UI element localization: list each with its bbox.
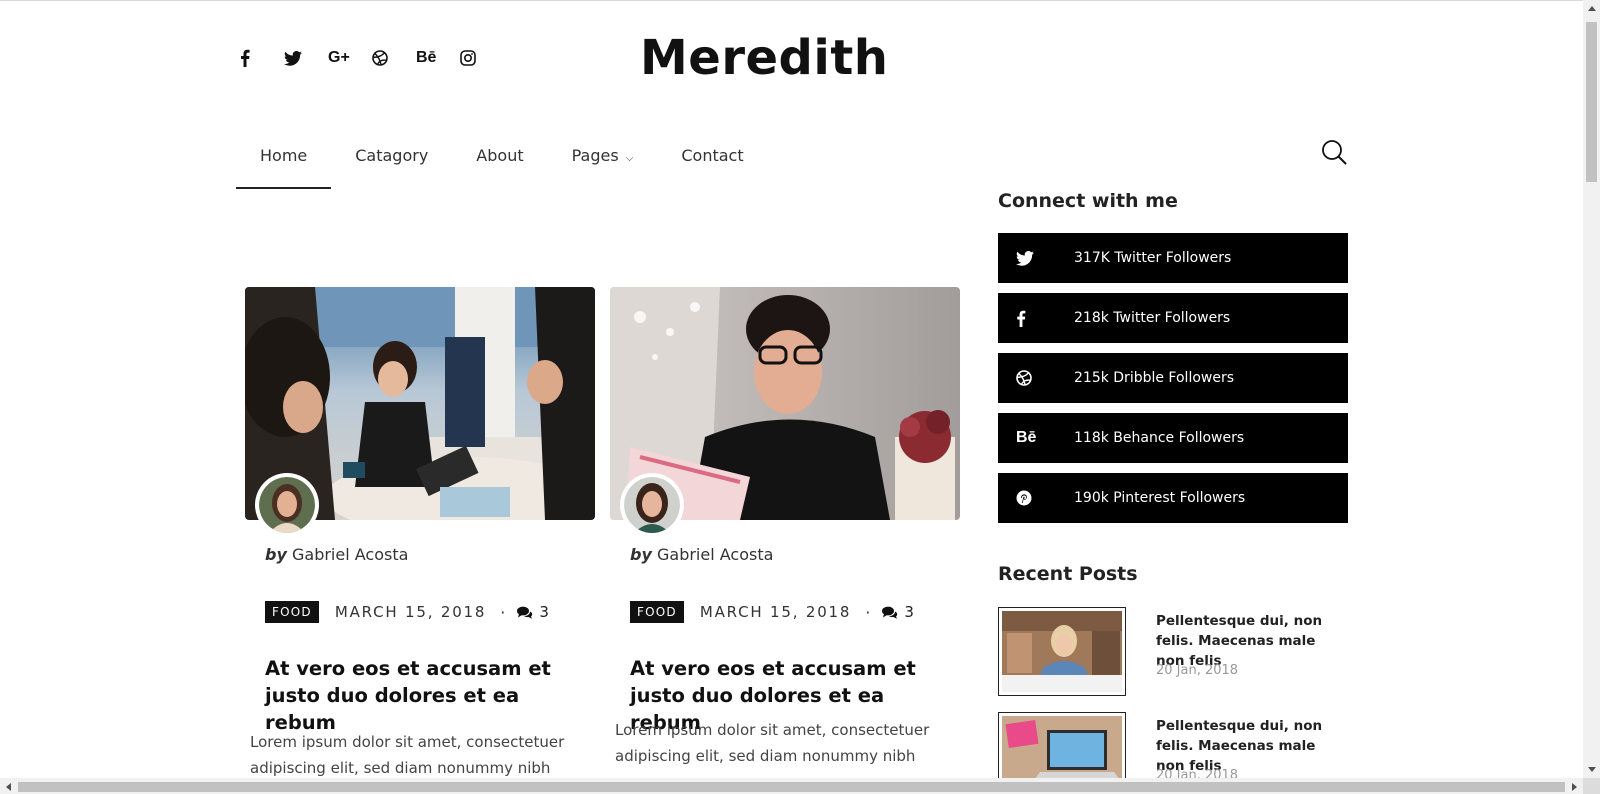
follow-label: 215k Dribble Followers (1074, 370, 1235, 386)
recent-post-thumbnail[interactable] (998, 607, 1126, 696)
nav-item-about[interactable]: About (452, 138, 547, 189)
post-card: by Gabriel Acosta FOOD MARCH 15, 2018 · … (610, 287, 960, 765)
scroll-down-icon[interactable] (1583, 761, 1600, 778)
google-plus-icon[interactable]: G+ (328, 44, 372, 72)
behance-icon: Bē (1016, 429, 1037, 446)
post-byline: by Gabriel Acosta (265, 545, 408, 564)
follow-dribbble[interactable]: 215k Dribble Followers (998, 353, 1348, 403)
follow-label: 118k Behance Followers (1074, 430, 1245, 446)
pinterest-icon (998, 490, 1074, 506)
vertical-scroll-thumb[interactable] (1586, 22, 1597, 182)
follow-twitter[interactable]: 317K Twitter Followers (998, 233, 1348, 283)
byline-prefix: by (630, 545, 652, 564)
scroll-right-icon[interactable] (1566, 778, 1583, 794)
post-meta: FOOD MARCH 15, 2018 · 3 (265, 601, 549, 623)
follow-behance[interactable]: Bē 118k Behance Followers (998, 413, 1348, 463)
site-logo[interactable]: Meredith (640, 30, 940, 86)
post-excerpt: Lorem ipsum dolor sit amet, consectetuer… (250, 733, 565, 777)
author-avatar[interactable] (255, 473, 319, 537)
category-tag[interactable]: FOOD (265, 601, 319, 623)
comment-count[interactable]: 3 (517, 603, 549, 621)
post-excerpt: Lorem ipsum dolor sit amet, consectetuer… (615, 721, 930, 765)
recent-post-title[interactable]: Pellentesque dui, non felis. Maecenas ma… (1156, 716, 1346, 776)
chevron-down-icon: ⌵ (625, 153, 634, 164)
comments-icon (517, 606, 533, 619)
meta-separator: · (865, 602, 871, 622)
twitter-icon[interactable] (284, 44, 328, 72)
follow-facebook[interactable]: 218k Twitter Followers (998, 293, 1348, 343)
recent-post-date: 20 Jan, 2018 (1156, 663, 1239, 678)
nav-item-catagory[interactable]: Catagory (331, 138, 452, 189)
comment-count-value: 3 (904, 603, 914, 621)
vertical-scrollbar[interactable] (1583, 0, 1600, 778)
nav-item-pages-label: Pages (571, 146, 619, 165)
dribbble-icon (998, 370, 1074, 386)
follow-pinterest[interactable]: 190k Pinterest Followers (998, 473, 1348, 523)
scroll-left-icon[interactable] (0, 778, 17, 794)
horizontal-scrollbar[interactable] (0, 778, 1583, 794)
follow-label: 218k Twitter Followers (1074, 310, 1231, 326)
horizontal-scroll-thumb[interactable] (18, 782, 1565, 792)
post-card: by Gabriel Acosta FOOD MARCH 15, 2018 · … (245, 287, 595, 777)
follow-label: 190k Pinterest Followers (1074, 490, 1246, 506)
author-avatar[interactable] (620, 473, 684, 537)
top-border (0, 0, 1583, 1)
byline-prefix: by (265, 545, 287, 564)
main-nav: Home Catagory About Pages ⌵ Contact (236, 138, 768, 189)
comment-count-value: 3 (539, 603, 549, 621)
recent-posts-title: Recent Posts (998, 563, 1138, 585)
post-date: MARCH 15, 2018 (699, 603, 852, 621)
facebook-icon (998, 310, 1074, 327)
post-byline: by Gabriel Acosta (630, 545, 773, 564)
scrollbar-corner (1583, 778, 1600, 794)
comment-count[interactable]: 3 (882, 603, 914, 621)
post-date: MARCH 15, 2018 (334, 603, 487, 621)
recent-post-item: Pellentesque dui, non felis. Maecenas ma… (998, 607, 1348, 697)
dribbble-icon[interactable] (372, 44, 416, 72)
recent-post-title[interactable]: Pellentesque dui, non felis. Maecenas ma… (1156, 611, 1346, 671)
post-author[interactable]: Gabriel Acosta (657, 545, 773, 564)
behance-icon[interactable]: Bē (416, 44, 460, 72)
post-meta: FOOD MARCH 15, 2018 · 3 (630, 601, 914, 623)
instagram-icon[interactable] (460, 44, 504, 72)
nav-item-pages[interactable]: Pages ⌵ (548, 138, 658, 189)
post-title[interactable]: At vero eos et accusam et justo duo dolo… (265, 655, 575, 736)
nav-item-home[interactable]: Home (236, 138, 332, 189)
search-icon[interactable] (1320, 138, 1348, 166)
comments-icon (882, 606, 898, 619)
social-links: G+ Bē (240, 44, 504, 72)
meta-separator: · (500, 602, 506, 622)
post-author[interactable]: Gabriel Acosta (292, 545, 408, 564)
nav-item-contact[interactable]: Contact (657, 138, 767, 189)
twitter-icon (998, 250, 1074, 266)
facebook-icon[interactable] (240, 44, 284, 72)
category-tag[interactable]: FOOD (630, 601, 684, 623)
follow-label: 317K Twitter Followers (1074, 250, 1232, 266)
connect-title: Connect with me (998, 190, 1178, 212)
scroll-up-icon[interactable] (1583, 0, 1600, 17)
